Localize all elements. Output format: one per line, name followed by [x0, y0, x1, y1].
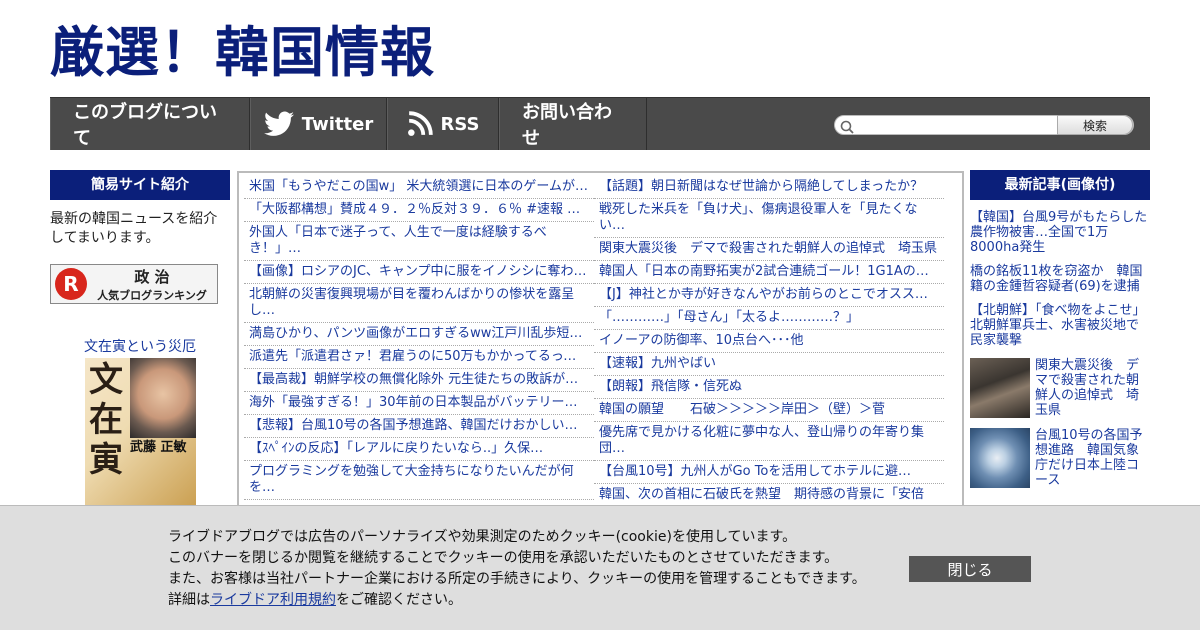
- article-link[interactable]: 米国「もうやだこの国w」 米大統領選に日本のゲームが…: [244, 176, 594, 199]
- nav-item-about[interactable]: このブログについて: [50, 98, 250, 150]
- recent-article-with-image[interactable]: 関東大震災後 デマで殺害された朝鮮人の追悼式 埼玉県: [970, 358, 1150, 418]
- recent-article-link[interactable]: 【韓国】台風9号がもたらした農作物被害…全国で1万8000ha発生: [970, 210, 1150, 255]
- nav-item-rss[interactable]: RSS: [387, 98, 499, 150]
- main-navbar: このブログについて Twitter RSS お問い合わせ 検索: [50, 97, 1150, 150]
- recent-article-link[interactable]: 橋の銘板11枚を窃盗か 韓国籍の金鍾哲容疑者(69)を逮捕: [970, 264, 1150, 294]
- article-link[interactable]: 優先席で見かける化粧に夢中な人、登山帰りの年寄り集団…: [594, 422, 944, 461]
- twitter-icon: [263, 111, 294, 137]
- terms-link[interactable]: ライブドア利用規約: [210, 592, 336, 608]
- article-link[interactable]: 派遣先「派遣君さァ！君雇うのに50万もかかってるって…: [244, 346, 594, 369]
- article-link[interactable]: 「大阪都構想」賛成４９．２％反対３９．６％ #速報 …: [244, 199, 594, 222]
- site-intro-header: 簡易サイト紹介: [50, 170, 230, 200]
- site-title[interactable]: 厳選！韓国情報: [50, 18, 435, 88]
- recent-article-thumbnail[interactable]: [970, 428, 1030, 488]
- left-sidebar: 簡易サイト紹介 最新の韓国ニュースを紹介してまいります。 R 政 治 人気ブログ…: [50, 170, 230, 518]
- nav-label-about: このブログについて: [73, 102, 217, 149]
- nav-label-contact: お問い合わせ: [522, 102, 612, 149]
- book-cover-portrait: [130, 358, 196, 438]
- book-cover-author: 武藤 正敏: [130, 440, 187, 455]
- article-link[interactable]: 【最高裁】朝鮮学校の無償化除外 元生徒たちの敗訴が確…: [244, 369, 594, 392]
- article-link[interactable]: 関東大震災後 デマで殺害された朝鮮人の追悼式 埼玉県: [594, 238, 944, 261]
- ranking-category: 政 治: [134, 267, 170, 286]
- article-list-box: 米国「もうやだこの国w」 米大統領選に日本のゲームが… 「大阪都構想」賛成４９．…: [237, 171, 964, 531]
- article-list-left: 米国「もうやだこの国w」 米大統領選に日本のゲームが… 「大阪都構想」賛成４９．…: [244, 176, 594, 500]
- book-title-link[interactable]: 文在寅という災厄: [50, 336, 230, 356]
- book-cover-image[interactable]: 文在寅 武藤 正敏: [85, 358, 196, 518]
- search-box: 検索: [834, 115, 1134, 135]
- cookie-text-line: また、お客様は当社パートナー企業における所定の手続きにより、クッキーの使用を管理…: [168, 571, 866, 587]
- cookie-consent-text: ライブドアブログでは広告のパーソナライズや効果測定のためクッキー(cookie)…: [168, 527, 866, 611]
- article-link[interactable]: 【ｽﾍﾟｲﾝの反応】「レアルに戻りたいなら..」久保…: [244, 438, 594, 461]
- rss-icon: [407, 111, 433, 137]
- site-intro-text: 最新の韓国ニュースを紹介してまいります。: [50, 211, 218, 246]
- book-cover-title: 文在寅: [89, 360, 123, 480]
- article-link[interactable]: 【J】神社とか寺が好きなんやがお前らのとこでオススメ…: [594, 284, 944, 307]
- cookie-details-prefix: 詳細は: [168, 592, 210, 608]
- nav-label-twitter: Twitter: [301, 113, 374, 135]
- article-link[interactable]: 外国人「日本で迷子って、人生で一度は経験するべき！」…: [244, 222, 594, 261]
- article-link[interactable]: イノーアの防御率、10点台へ･･･他: [594, 330, 944, 353]
- article-link[interactable]: 満島ひかり、パンツ画像がエロすぎるww江戸川乱歩短編…: [244, 323, 594, 346]
- article-link[interactable]: 【話題】朝日新聞はなぜ世論から隔絶してしまったか？: [594, 176, 944, 199]
- recent-article-with-image[interactable]: 台風10号の各国予想進路 韓国気象庁だけ日本上陸コース: [970, 428, 1150, 488]
- article-link[interactable]: 戦死した米兵を「負け犬」、傷病退役軍人を「見たくない…: [594, 199, 944, 238]
- nav-item-contact[interactable]: お問い合わせ: [499, 98, 647, 150]
- recent-articles-header: 最新記事(画像付): [970, 170, 1150, 200]
- article-link[interactable]: 「…………」「母さん」「太るよ…………？」: [594, 307, 944, 330]
- article-link[interactable]: プログラミングを勉強して大金持ちになりたいんだが何を…: [244, 461, 594, 500]
- recent-article-thumbnail[interactable]: [970, 358, 1030, 418]
- cookie-details-suffix: をご確認ください。: [336, 592, 462, 608]
- article-link[interactable]: 韓国人「日本の南野拓実が2試合連続ゴール！1G1Aの…: [594, 261, 944, 284]
- article-link[interactable]: 【台風10号】九州人がGo Toを活用してホテルに避…: [594, 461, 944, 484]
- article-link[interactable]: 海外「最強すぎる！」30年前の日本製品がバッテリーご…: [244, 392, 594, 415]
- nav-label-rss: RSS: [440, 113, 480, 135]
- ranking-banner[interactable]: R 政 治 人気ブログランキング: [50, 264, 218, 304]
- nav-item-twitter[interactable]: Twitter: [250, 98, 387, 150]
- right-sidebar: 最新記事(画像付) 【韓国】台風9号がもたらした農作物被害…全国で1万8000h…: [970, 170, 1152, 488]
- article-link[interactable]: 韓国の願望 石破＞＞＞＞＞岸田＞（壁）＞菅: [594, 399, 944, 422]
- article-link[interactable]: 【画像】ロシアのJC、キャンプ中に服をイノシシに奪わ…: [244, 261, 594, 284]
- article-list-right: 【話題】朝日新聞はなぜ世論から隔絶してしまったか？ 戦死した米兵を「負け犬」、傷…: [594, 176, 944, 523]
- search-input[interactable]: [857, 117, 1057, 133]
- cookie-close-button[interactable]: 閉じる: [909, 556, 1031, 582]
- ranking-label: 人気ブログランキング: [97, 288, 207, 302]
- recent-article-link[interactable]: 【北朝鮮】「食べ物をよこせ」 北朝鮮軍兵士、水害被災地で民家襲撃: [970, 303, 1152, 348]
- ranking-logo-icon: R: [55, 268, 87, 300]
- recent-article-title[interactable]: 関東大震災後 デマで殺害された朝鮮人の追悼式 埼玉県: [1035, 358, 1150, 418]
- ranking-banner-text: 政 治 人気ブログランキング: [87, 266, 217, 303]
- cookie-text-line: 詳細はライブドア利用規約をご確認ください。: [168, 590, 866, 611]
- search-button[interactable]: 検索: [1057, 115, 1133, 135]
- article-link[interactable]: 北朝鮮の災害復興現場が目を覆わんばかりの惨状を露呈し…: [244, 284, 594, 323]
- article-link[interactable]: 【朗報】飛信隊・信死ぬ: [594, 376, 944, 399]
- cookie-text-line: このバナーを閉じるか閲覧を継続することでクッキーの使用を承認いただいたものとさせ…: [168, 550, 839, 566]
- cookie-consent-banner: ライブドアブログでは広告のパーソナライズや効果測定のためクッキー(cookie)…: [0, 505, 1200, 630]
- article-link[interactable]: 【速報】九州やばい: [594, 353, 944, 376]
- recent-article-title[interactable]: 台風10号の各国予想進路 韓国気象庁だけ日本上陸コース: [1035, 428, 1150, 488]
- search-icon: [840, 119, 854, 138]
- cookie-text-line: ライブドアブログでは広告のパーソナライズや効果測定のためクッキー(cookie)…: [168, 529, 797, 545]
- article-link[interactable]: 【悲報】台風10号の各国予想進路、韓国だけおかしいｗ…: [244, 415, 594, 438]
